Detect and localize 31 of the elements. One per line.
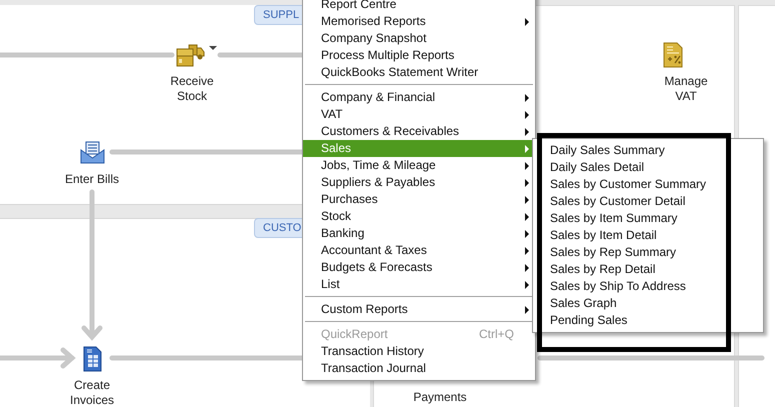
- menu-item[interactable]: Sales Graph: [544, 295, 712, 312]
- menu-item[interactable]: VAT: [303, 106, 535, 123]
- task-label[interactable]: Create Invoices: [62, 378, 122, 407]
- menu-item[interactable]: Company & Financial: [303, 89, 535, 106]
- task-label[interactable]: Enter Bills: [57, 172, 127, 187]
- envelope-icon[interactable]: [80, 141, 105, 165]
- task-label[interactable]: Receive Stock: [162, 74, 222, 104]
- menu-item[interactable]: Sales by Item Detail: [544, 227, 712, 244]
- menu-item[interactable]: Sales by Rep Detail: [544, 261, 712, 278]
- menu-item[interactable]: Daily Sales Summary: [544, 142, 712, 159]
- dropdown-caret-icon[interactable]: [209, 46, 217, 50]
- section-tab[interactable]: SUPPL: [254, 5, 304, 25]
- menu-item[interactable]: QuickBooks Statement Writer: [303, 64, 535, 81]
- task-label[interactable]: Payments: [405, 390, 475, 404]
- menu-item[interactable]: Company Snapshot: [303, 30, 535, 47]
- menu-item[interactable]: Sales by Customer Detail: [544, 193, 712, 210]
- menu-item[interactable]: Memorised Reports: [303, 13, 535, 30]
- menu-item[interactable]: Sales by Customer Summary: [544, 176, 712, 193]
- menu-item[interactable]: Process Multiple Reports: [303, 47, 535, 64]
- menu-item[interactable]: Daily Sales Detail: [544, 159, 712, 176]
- menu-item[interactable]: Sales by Rep Summary: [544, 244, 712, 261]
- document-icon[interactable]: [83, 346, 102, 372]
- menu-item[interactable]: Pending Sales: [544, 312, 712, 329]
- menu-item[interactable]: Sales by Item Summary: [544, 210, 712, 227]
- menu-item[interactable]: Transaction History: [303, 343, 535, 360]
- menu-item[interactable]: Sales: [303, 140, 535, 157]
- task-label[interactable]: Manage VAT: [656, 74, 716, 104]
- percent-document-icon[interactable]: [663, 42, 683, 68]
- menu-item[interactable]: Transaction Journal: [303, 360, 535, 377]
- delivery-truck-icon[interactable]: [176, 43, 206, 67]
- menu-item[interactable]: Sales by Ship To Address: [544, 278, 712, 295]
